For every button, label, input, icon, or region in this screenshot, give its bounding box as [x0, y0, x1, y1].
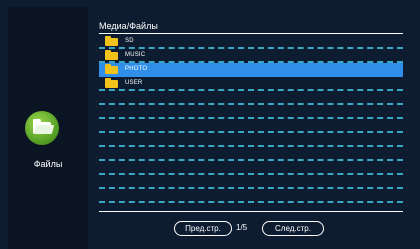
empty-list-item	[99, 105, 403, 119]
next-page-button[interactable]: След.стр.	[262, 221, 324, 236]
breadcrumb: Медиа/Файлы	[99, 21, 158, 31]
folder-icon	[105, 64, 118, 74]
pagination: Пред.стр. 1/5 След.стр.	[88, 221, 412, 237]
list-item-label: USER	[125, 80, 143, 86]
file-list: SD MUSIC PHOTO USER	[99, 35, 403, 203]
empty-list-item	[99, 189, 403, 203]
sidebar: Файлы	[8, 7, 88, 249]
empty-list-item	[99, 161, 403, 175]
page-indicator: 1/5	[236, 223, 248, 232]
list-item[interactable]: USER	[99, 77, 403, 91]
empty-list-item	[99, 133, 403, 147]
list-item-label: MUSIC	[125, 52, 146, 58]
prev-page-button[interactable]: Пред.стр.	[174, 221, 232, 236]
sidebar-files-label: Файлы	[33, 159, 63, 169]
folder-icon	[105, 50, 118, 60]
media-files-screen: Файлы Медиа/Файлы SD MUSIC PHOTO USER Пр…	[0, 0, 420, 249]
list-item[interactable]: SD	[99, 35, 403, 49]
list-item-label: SD	[125, 38, 134, 44]
file-browser: Медиа/Файлы SD MUSIC PHOTO USER Пред.стр…	[88, 7, 412, 249]
folder-open-icon[interactable]	[25, 111, 59, 145]
folder-icon	[105, 78, 118, 88]
list-item[interactable]: MUSIC	[99, 49, 403, 63]
divider	[99, 211, 403, 212]
folder-icon	[105, 36, 118, 46]
list-item-label: PHOTO	[125, 66, 148, 72]
empty-list-item	[99, 91, 403, 105]
empty-list-item	[99, 175, 403, 189]
divider	[99, 33, 403, 34]
empty-list-item	[99, 147, 403, 161]
empty-list-item	[99, 119, 403, 133]
list-item-selected[interactable]: PHOTO	[99, 63, 403, 77]
